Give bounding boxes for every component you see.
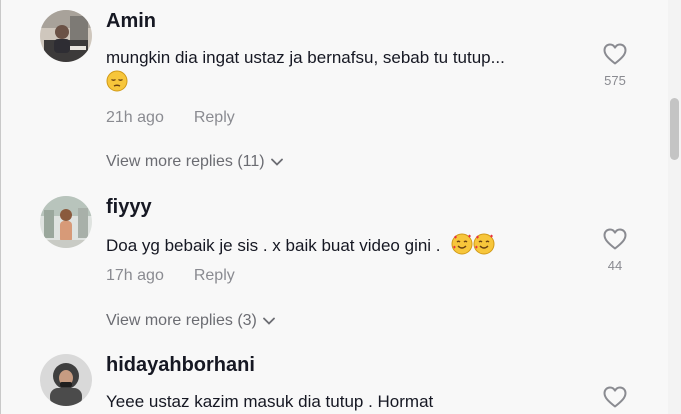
view-more-replies-label: View more replies (3) bbox=[106, 312, 257, 329]
avatar[interactable] bbox=[40, 10, 92, 62]
avatar-photo bbox=[40, 196, 92, 248]
view-more-replies-button[interactable]: View more replies (11) bbox=[106, 153, 283, 171]
comment-text-row: Doa yg bebaik je sis . x baik buat video… bbox=[106, 233, 495, 260]
heart-icon[interactable] bbox=[602, 227, 628, 251]
like-count: 575 bbox=[604, 73, 626, 88]
chevron-down-icon bbox=[270, 158, 283, 166]
reply-button[interactable]: Reply bbox=[194, 109, 235, 126]
heart-icon[interactable] bbox=[602, 385, 628, 409]
comment-meta: 21h ago Reply bbox=[106, 109, 235, 127]
comment-item: fiyyy Doa yg bebaik je sis . x baik buat… bbox=[40, 196, 640, 336]
comment-item: hidayahborhani Yeee ustaz kazim masuk di… bbox=[40, 354, 640, 414]
avatar[interactable] bbox=[40, 196, 92, 248]
avatar-photo bbox=[40, 354, 92, 406]
like-control: 575 bbox=[600, 42, 630, 88]
view-more-replies-button[interactable]: View more replies (3) bbox=[106, 312, 275, 330]
chevron-down-icon bbox=[262, 317, 275, 325]
comment-timestamp: 21h ago bbox=[106, 109, 164, 126]
scrollbar[interactable] bbox=[668, 0, 681, 414]
comment-text: Doa yg bebaik je sis . x baik buat video… bbox=[106, 235, 441, 255]
left-divider bbox=[0, 0, 1, 414]
comment-meta: 17h ago Reply bbox=[106, 267, 235, 285]
comment-text: Yeee ustaz kazim masuk dia tutup . Horma… bbox=[106, 392, 434, 411]
scrollbar-thumb[interactable] bbox=[670, 98, 679, 160]
comment-item: Amin mungkin dia ingat ustaz ja bernafsu… bbox=[40, 10, 640, 185]
view-more-replies-label: View more replies (11) bbox=[106, 153, 265, 170]
avatar[interactable] bbox=[40, 354, 92, 406]
comment-username[interactable]: fiyyy bbox=[106, 196, 152, 219]
like-count: 44 bbox=[607, 258, 623, 273]
like-control: 44 bbox=[600, 227, 630, 273]
smiling-face-with-hearts-icon bbox=[473, 233, 495, 260]
reply-button[interactable]: Reply bbox=[194, 267, 235, 284]
smiling-face-with-hearts-icon bbox=[451, 233, 473, 260]
comment-username[interactable]: hidayahborhani bbox=[106, 354, 255, 377]
pensive-face-icon bbox=[106, 70, 128, 97]
comment-text: mungkin dia ingat ustaz ja bernafsu, seb… bbox=[106, 48, 505, 67]
avatar-photo bbox=[40, 10, 92, 62]
like-control bbox=[600, 385, 630, 409]
comment-username[interactable]: Amin bbox=[106, 10, 156, 33]
comment-timestamp: 17h ago bbox=[106, 267, 164, 284]
heart-icon[interactable] bbox=[602, 42, 628, 66]
comment-emoji-row bbox=[106, 70, 128, 97]
